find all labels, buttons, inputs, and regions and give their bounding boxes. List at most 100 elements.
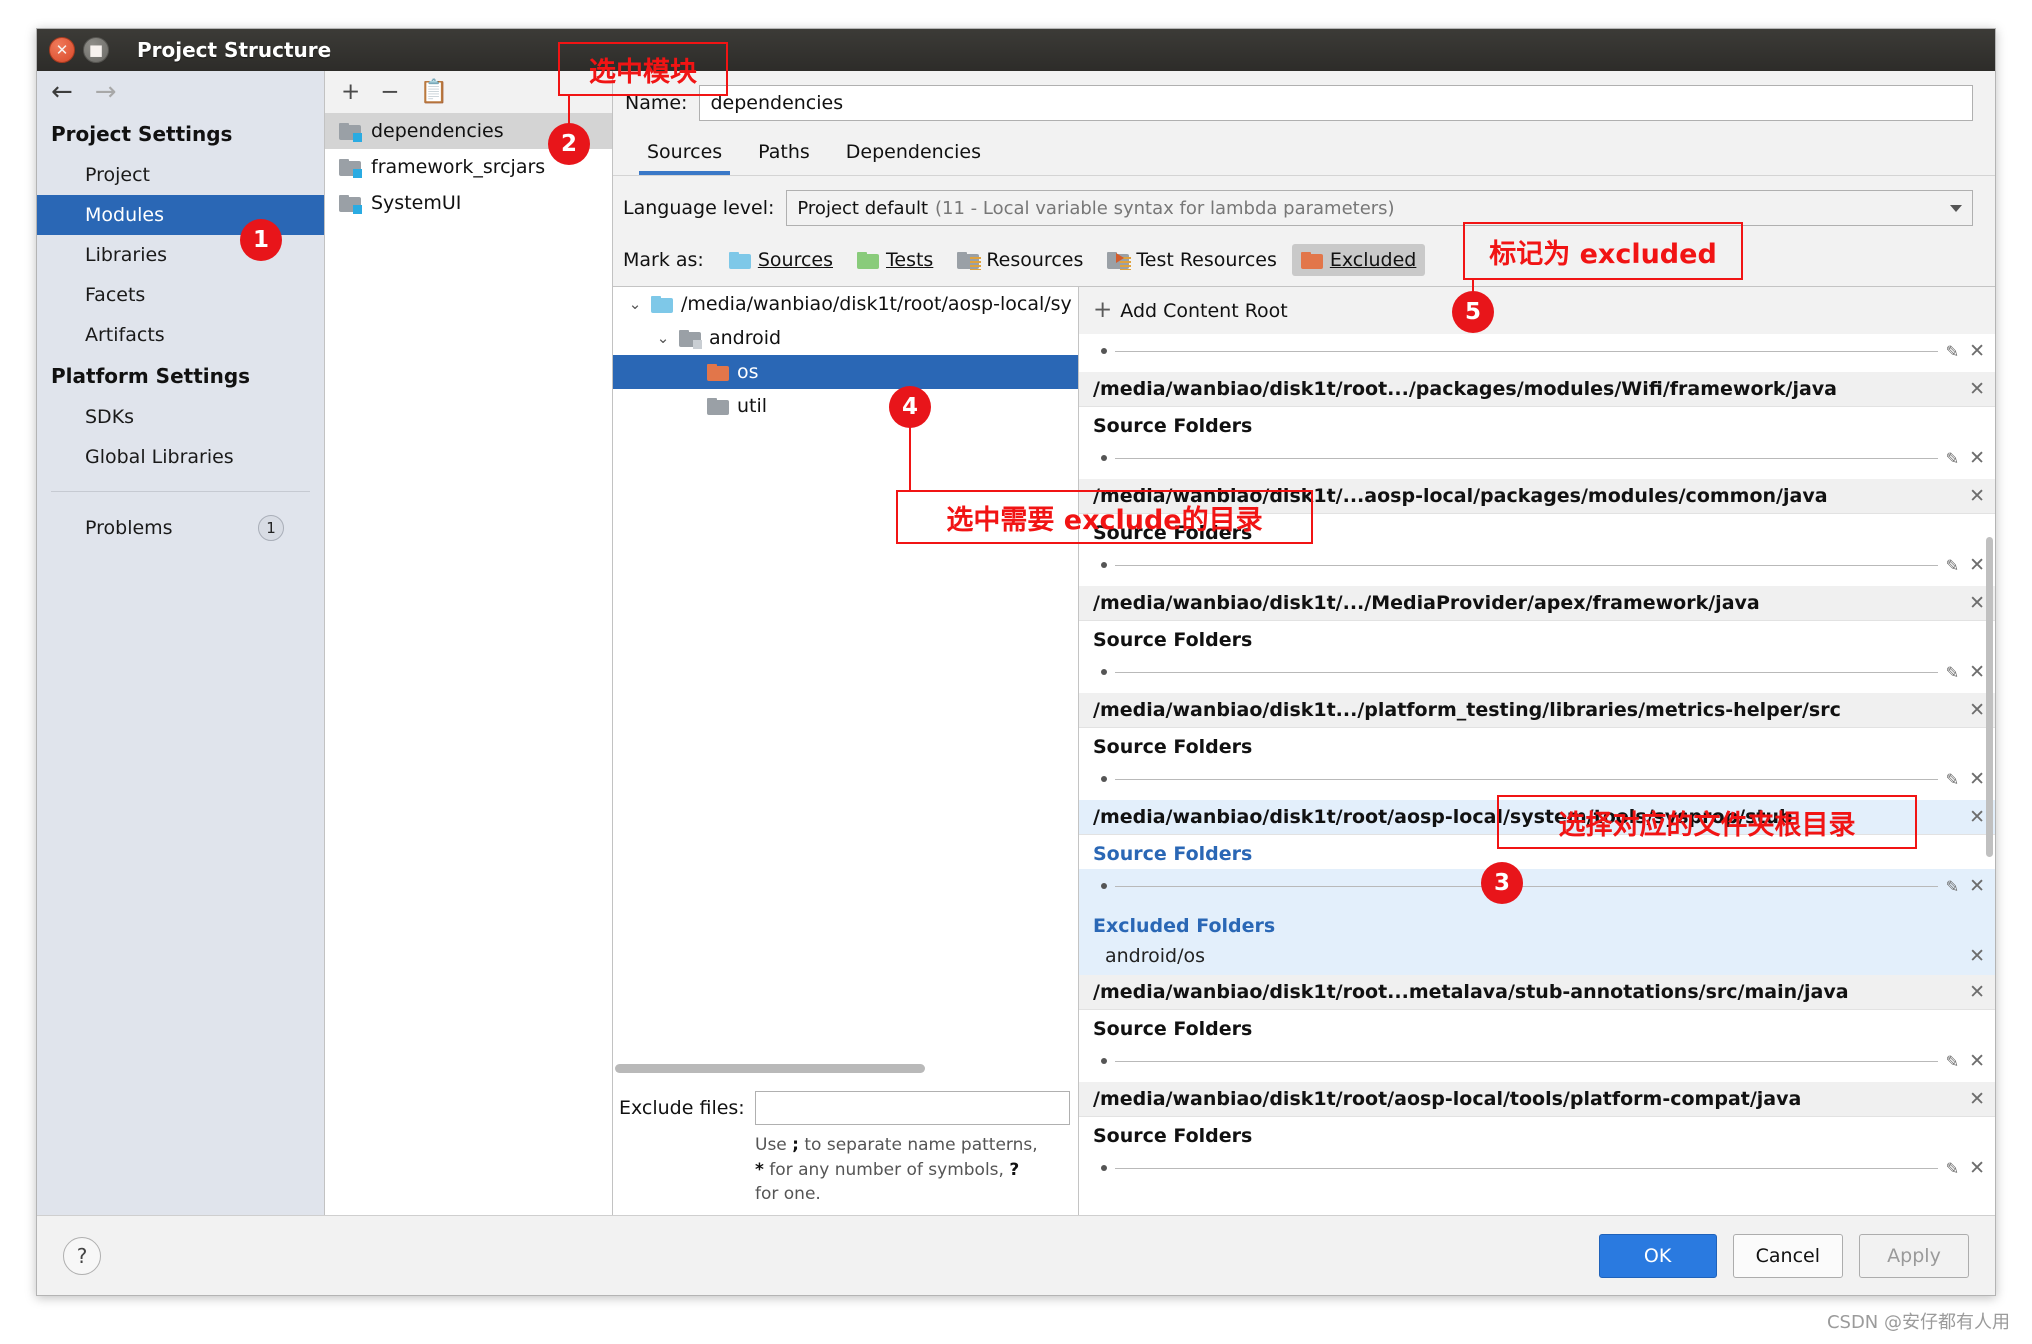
sidebar-item-project[interactable]: Project	[37, 155, 324, 195]
language-level-select[interactable]: Project default (11 - Local variable syn…	[786, 190, 1973, 226]
content-roots-list[interactable]: ✎ ✕ /media/wanbiao/disk1t/root.../packag…	[1079, 334, 1995, 1215]
close-icon[interactable]: ✕	[1969, 554, 1985, 576]
tree-node-content-root[interactable]: ⌄ /media/wanbiao/disk1t/root/aosp-local/…	[613, 287, 1078, 321]
close-icon[interactable]: ✕	[1957, 1088, 1985, 1110]
source-folders-title: Source Folders	[1079, 407, 1995, 441]
window-title: Project Structure	[137, 38, 331, 62]
divider	[1115, 565, 1938, 566]
hint-part-c: to separate name patterns,	[799, 1135, 1038, 1155]
close-icon[interactable]: ✕	[1957, 806, 1985, 828]
mark-as-resources-button[interactable]: Resources	[948, 244, 1092, 276]
content-root-entry: /media/wanbiao/disk1t/root...metalava/st…	[1079, 975, 1995, 1082]
sidebar-item-sdks[interactable]: SDKs	[37, 397, 324, 437]
close-icon[interactable]: ✕	[1969, 447, 1985, 469]
tab-dependencies[interactable]: Dependencies	[828, 131, 999, 175]
tree-node-label: util	[737, 395, 767, 417]
tree-node-os[interactable]: os	[613, 355, 1078, 389]
close-icon[interactable]: ✕	[1957, 592, 1985, 614]
close-icon[interactable]: ✕	[1957, 699, 1985, 721]
folder-green-icon	[857, 252, 879, 269]
close-icon[interactable]: ✕	[1957, 485, 1985, 507]
pencil-icon[interactable]: ✎	[1946, 770, 1969, 789]
close-icon[interactable]: ✕	[1969, 875, 1985, 897]
tree-horizontal-scrollbar[interactable]	[613, 1061, 1078, 1075]
pencil-icon[interactable]: ✎	[1946, 1159, 1969, 1178]
module-item-systemui[interactable]: SystemUI	[325, 185, 612, 221]
bullet-icon	[1101, 669, 1107, 675]
bullet-icon	[1101, 776, 1107, 782]
pencil-icon[interactable]: ✎	[1946, 342, 1969, 361]
content-root-path[interactable]: /media/wanbiao/disk1t/root/aosp-local/to…	[1079, 1082, 1995, 1117]
arrow-left-icon[interactable]: ←	[51, 79, 73, 105]
tab-sources[interactable]: Sources	[629, 131, 740, 175]
sidebar-item-global-libraries[interactable]: Global Libraries	[37, 437, 324, 477]
mark-as-tests-button[interactable]: Tests	[848, 244, 942, 276]
mark-as-excluded-label: Excluded	[1330, 249, 1417, 271]
language-level-label: Language level:	[623, 197, 774, 219]
exclude-files-input[interactable]	[755, 1091, 1070, 1125]
bullet-icon	[1101, 883, 1107, 889]
mark-as-sources-button[interactable]: Sources	[720, 244, 842, 276]
sidebar-item-artifacts[interactable]: Artifacts	[37, 315, 324, 355]
language-level-detail: (11 - Local variable syntax for lambda p…	[935, 198, 1395, 219]
divider	[1115, 1168, 1938, 1169]
folder-tree-pane: ⌄ /media/wanbiao/disk1t/root/aosp-local/…	[613, 287, 1079, 1215]
sidebar-divider	[51, 491, 310, 492]
close-icon[interactable]: ✕	[1957, 981, 1985, 1003]
pencil-icon[interactable]: ✎	[1946, 1052, 1969, 1071]
mark-as-test-resources-button[interactable]: Test Resources	[1098, 244, 1286, 276]
mark-as-excluded-button[interactable]: Excluded	[1292, 244, 1426, 276]
close-icon[interactable]: ✕	[1969, 1050, 1985, 1072]
sidebar-item-modules[interactable]: Modules	[37, 195, 324, 235]
sidebar-nav: ← →	[37, 71, 324, 113]
pencil-icon[interactable]: ✎	[1946, 877, 1969, 896]
help-button[interactable]: ?	[63, 1237, 101, 1275]
close-icon[interactable]: ✕	[1957, 378, 1985, 400]
tab-paths[interactable]: Paths	[740, 131, 828, 175]
modules-list-pane: + − 📋 dependencies framework_srcjars Sys…	[325, 71, 613, 1215]
close-icon[interactable]: ✕	[1969, 768, 1985, 790]
close-icon[interactable]: ✕	[1969, 661, 1985, 683]
folder-tree[interactable]: ⌄ /media/wanbiao/disk1t/root/aosp-local/…	[613, 287, 1078, 1061]
content-root-path[interactable]: /media/wanbiao/disk1t/.../MediaProvider/…	[1079, 586, 1995, 621]
sidebar-group-project-settings: Project Settings	[37, 113, 324, 155]
pencil-icon[interactable]: ✎	[1946, 663, 1969, 682]
content-root-path[interactable]: /media/wanbiao/disk1t/root.../packages/m…	[1079, 372, 1995, 407]
content-roots-scrollbar[interactable]	[1985, 287, 1995, 1215]
apply-button[interactable]: Apply	[1859, 1234, 1969, 1278]
copy-icon[interactable]: 📋	[420, 81, 449, 104]
close-icon[interactable]: ✕	[1969, 1157, 1985, 1179]
sidebar-item-problems[interactable]: Problems 1	[37, 506, 324, 550]
maximize-icon[interactable]: ■	[83, 37, 109, 63]
pencil-icon[interactable]: ✎	[1946, 449, 1969, 468]
name-input[interactable]: dependencies	[699, 85, 1973, 121]
chevron-down-icon[interactable]: ⌄	[655, 329, 671, 347]
excluded-folder-item[interactable]: android/os ✕	[1079, 941, 1995, 975]
close-icon[interactable]: ✕	[1969, 945, 1985, 967]
annotation-select-module-label: 选中模块	[589, 50, 697, 89]
chevron-down-icon[interactable]: ⌄	[627, 295, 643, 313]
bullet-icon	[1101, 1165, 1107, 1171]
mark-as-sources-label: Sources	[758, 249, 833, 271]
cancel-button[interactable]: Cancel	[1733, 1234, 1843, 1278]
add-content-root-label: Add Content Root	[1120, 300, 1287, 322]
content-root-path[interactable]: /media/wanbiao/disk1t.../platform_testin…	[1079, 693, 1995, 728]
screenshot-root: ✕ ■ Project Structure ← → Project Settin…	[0, 0, 2032, 1344]
pencil-icon[interactable]: ✎	[1946, 556, 1969, 575]
add-module-button[interactable]: +	[341, 81, 360, 104]
language-level-value: Project default	[797, 198, 928, 219]
ok-button[interactable]: OK	[1599, 1234, 1717, 1278]
add-content-root-button[interactable]: + Add Content Root	[1079, 287, 1995, 334]
sidebar-item-facets[interactable]: Facets	[37, 275, 324, 315]
sources-split-pane: ⌄ /media/wanbiao/disk1t/root/aosp-local/…	[613, 286, 1995, 1215]
content-root-path-label: /media/wanbiao/disk1t/root/aosp-local/to…	[1093, 1088, 1801, 1110]
watermark: CSDN @安仔都有人用	[1827, 1308, 2010, 1334]
remove-module-button[interactable]: −	[380, 81, 399, 104]
dialog-footer: ? OK Cancel Apply	[37, 1215, 1995, 1295]
close-icon[interactable]: ✕	[1969, 340, 1985, 362]
arrow-right-icon[interactable]: →	[95, 79, 117, 105]
close-icon[interactable]: ✕	[49, 37, 75, 63]
tree-node-android[interactable]: ⌄ android	[613, 321, 1078, 355]
content-root-path[interactable]: /media/wanbiao/disk1t/root...metalava/st…	[1079, 975, 1995, 1010]
tree-node-util[interactable]: util	[613, 389, 1078, 423]
